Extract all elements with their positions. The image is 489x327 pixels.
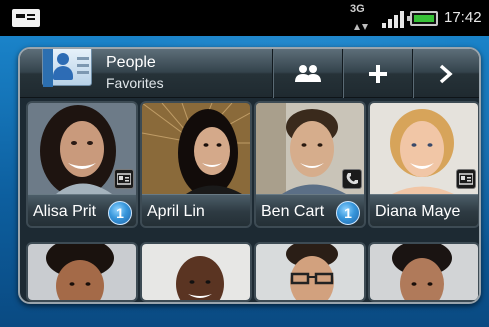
notification-badge: 1: [108, 201, 132, 225]
people-widget[interactable]: People Favorites Alisa Prit 1 April Lin …: [18, 47, 481, 304]
people-app-icon[interactable]: [38, 49, 98, 90]
widget-title: People: [106, 54, 156, 71]
groups-button[interactable]: [272, 49, 342, 98]
network-3g-icon: 3G: [350, 3, 372, 30]
signal-strength-icon: [382, 10, 404, 28]
contact-photo: [28, 244, 136, 300]
contact-tile[interactable]: Ben Cart 1: [254, 101, 366, 228]
contact-tile[interactable]: April Lin: [140, 101, 252, 228]
contact-photo: [256, 244, 364, 300]
contact-name-bar: Diana Maye: [370, 194, 478, 226]
contact-photo: [370, 244, 478, 300]
status-bar[interactable]: 3G 17:42: [0, 0, 489, 36]
contact-name-bar: Ben Cart 1: [256, 194, 364, 226]
contact-tile[interactable]: [26, 242, 138, 302]
contact-tile[interactable]: Diana Maye: [368, 101, 479, 228]
contact-tile[interactable]: [140, 242, 252, 302]
contact-name: Diana Maye: [375, 203, 461, 220]
group-icon: [294, 64, 321, 82]
contact-tile[interactable]: [254, 242, 366, 302]
notification-badge: 1: [336, 201, 360, 225]
phone-icon: [342, 169, 362, 189]
plus-icon: [368, 64, 387, 83]
contact-name-bar: Alisa Prit 1: [28, 194, 136, 226]
status-clock: 17:42: [444, 9, 482, 26]
chevron-right-icon: [439, 64, 453, 83]
notification-icon[interactable]: [12, 9, 40, 27]
contact-tile[interactable]: Alisa Prit 1: [26, 101, 138, 228]
contact-card-icon: [114, 169, 134, 189]
contact-name-bar: April Lin: [142, 194, 250, 226]
contact-photo: [142, 244, 250, 300]
contact-tile[interactable]: [368, 242, 479, 302]
battery-icon: [407, 11, 438, 26]
add-contact-button[interactable]: [342, 49, 412, 98]
contact-name: April Lin: [147, 203, 205, 220]
widget-header: People Favorites: [20, 49, 479, 98]
contact-photo: [142, 103, 250, 194]
contact-card-icon: [456, 169, 476, 189]
widget-subtitle[interactable]: Favorites: [106, 74, 164, 92]
next-button[interactable]: [412, 49, 479, 98]
favorites-grid: Alisa Prit 1 April Lin Ben Cart 1 Diana …: [26, 101, 479, 302]
network-type-label: 3G: [350, 3, 365, 15]
